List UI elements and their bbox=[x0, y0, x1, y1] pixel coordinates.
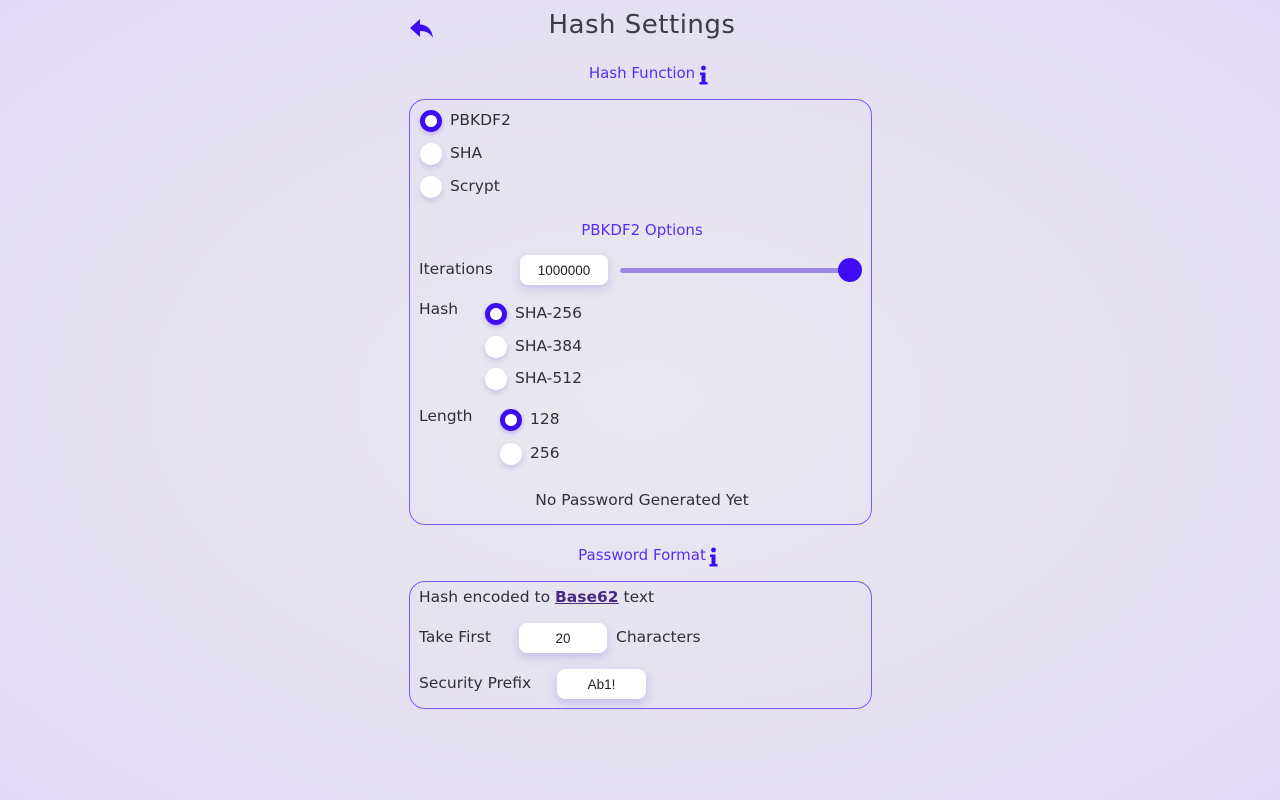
take-first-input[interactable] bbox=[519, 623, 607, 653]
hash-function-heading: Hash Function bbox=[410, 64, 874, 82]
radio-sha-256-label: SHA-256 bbox=[515, 304, 582, 322]
radio-scrypt-label: Scrypt bbox=[450, 177, 500, 195]
encoding-link[interactable]: Base62 bbox=[555, 588, 619, 606]
encoding-prefix: Hash encoded to bbox=[419, 588, 551, 606]
iterations-slider-thumb[interactable] bbox=[838, 258, 862, 282]
hash-settings-page: Hash Settings Hash Function PBKDF2 SHA S… bbox=[0, 0, 1280, 800]
password-format-heading: Password Format bbox=[410, 546, 874, 564]
password-status-text: No Password Generated Yet bbox=[535, 491, 749, 509]
characters-label: Characters bbox=[616, 628, 701, 646]
radio-sha-384-label: SHA-384 bbox=[515, 337, 582, 355]
radio-length-256-label: 256 bbox=[530, 444, 560, 462]
security-prefix-input[interactable] bbox=[557, 669, 646, 699]
security-prefix-label: Security Prefix bbox=[419, 674, 532, 692]
encoding-suffix: text bbox=[623, 588, 655, 606]
radio-sha-512[interactable] bbox=[485, 368, 507, 390]
radio-sha-label: SHA bbox=[450, 144, 483, 162]
radio-length-256[interactable] bbox=[500, 443, 522, 465]
hash-function-info-icon[interactable] bbox=[696, 64, 710, 86]
iterations-slider[interactable] bbox=[620, 268, 850, 273]
iterations-label: Iterations bbox=[419, 260, 493, 278]
pbkdf2-options-title: PBKDF2 Options bbox=[581, 221, 703, 239]
length-label: Length bbox=[419, 407, 473, 425]
radio-sha[interactable] bbox=[420, 143, 442, 165]
take-first-label: Take First bbox=[419, 628, 491, 646]
encoding-line: Hash encoded to Base62 text bbox=[419, 587, 654, 607]
iterations-input[interactable] bbox=[520, 255, 608, 285]
password-format-info-icon[interactable] bbox=[706, 546, 720, 568]
hash-function-title: Hash Function bbox=[588, 64, 696, 82]
radio-length-128-label: 128 bbox=[530, 410, 560, 428]
radio-sha-384[interactable] bbox=[485, 336, 507, 358]
radio-scrypt[interactable] bbox=[420, 176, 442, 198]
radio-pbkdf2[interactable] bbox=[420, 110, 442, 132]
radio-sha-512-label: SHA-512 bbox=[515, 369, 582, 387]
password-format-title: Password Format bbox=[578, 546, 706, 564]
page-title: Hash Settings bbox=[548, 10, 736, 40]
hash-label: Hash bbox=[419, 300, 459, 318]
radio-pbkdf2-label: PBKDF2 bbox=[450, 111, 511, 129]
radio-length-128[interactable] bbox=[500, 409, 522, 431]
radio-sha-256[interactable] bbox=[485, 303, 507, 325]
